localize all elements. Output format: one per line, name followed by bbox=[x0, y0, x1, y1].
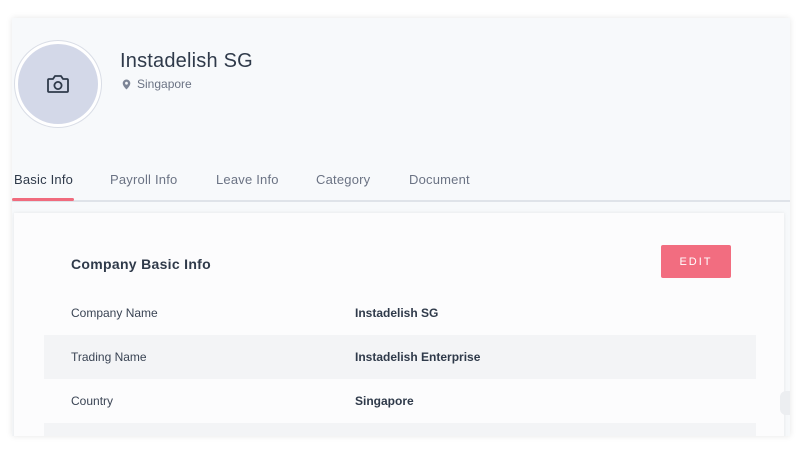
company-location: Singapore bbox=[122, 77, 192, 91]
active-tab-indicator bbox=[12, 198, 74, 201]
location-text: Singapore bbox=[137, 77, 192, 91]
tab-category[interactable]: Category bbox=[316, 172, 370, 187]
row-value: Instadelish SG bbox=[355, 306, 439, 320]
profile-header: Instadelish SG Singapore bbox=[12, 18, 790, 158]
company-title: Instadelish SG bbox=[120, 50, 253, 72]
row-label: Trading Name bbox=[71, 350, 147, 364]
company-profile-panel: Instadelish SG Singapore Basic Info Payr… bbox=[12, 18, 790, 436]
avatar-upload[interactable] bbox=[14, 40, 102, 128]
tab-payroll-info[interactable]: Payroll Info bbox=[110, 172, 177, 187]
tab-basic-info[interactable]: Basic Info bbox=[14, 172, 73, 187]
profile-tabs: Basic Info Payroll Info Leave Info Categ… bbox=[12, 164, 790, 202]
info-row-company-name: Company Name Instadelish SG bbox=[44, 291, 756, 335]
tab-leave-info[interactable]: Leave Info bbox=[216, 172, 279, 187]
camera-icon bbox=[47, 75, 69, 93]
row-label: Company Name bbox=[71, 306, 158, 320]
map-pin-icon bbox=[122, 79, 131, 89]
info-row-country: Country Singapore bbox=[44, 379, 756, 423]
row-label: Country bbox=[71, 394, 114, 408]
row-value: Instadelish Enterprise bbox=[355, 350, 481, 364]
row-value: Singapore bbox=[355, 394, 414, 408]
edit-button[interactable]: EDIT bbox=[661, 245, 731, 278]
card-title: Company Basic Info bbox=[71, 256, 211, 272]
avatar[interactable] bbox=[18, 44, 98, 124]
info-table: Company Name Instadelish SG Trading Name… bbox=[44, 291, 756, 436]
info-row-trading-name: Trading Name Instadelish Enterprise bbox=[44, 335, 756, 379]
tab-document[interactable]: Document bbox=[409, 172, 470, 187]
info-row-partial bbox=[44, 423, 756, 436]
side-scroll-handle[interactable] bbox=[780, 391, 790, 415]
company-basic-info-card: Company Basic Info EDIT Company Name Ins… bbox=[14, 213, 784, 436]
